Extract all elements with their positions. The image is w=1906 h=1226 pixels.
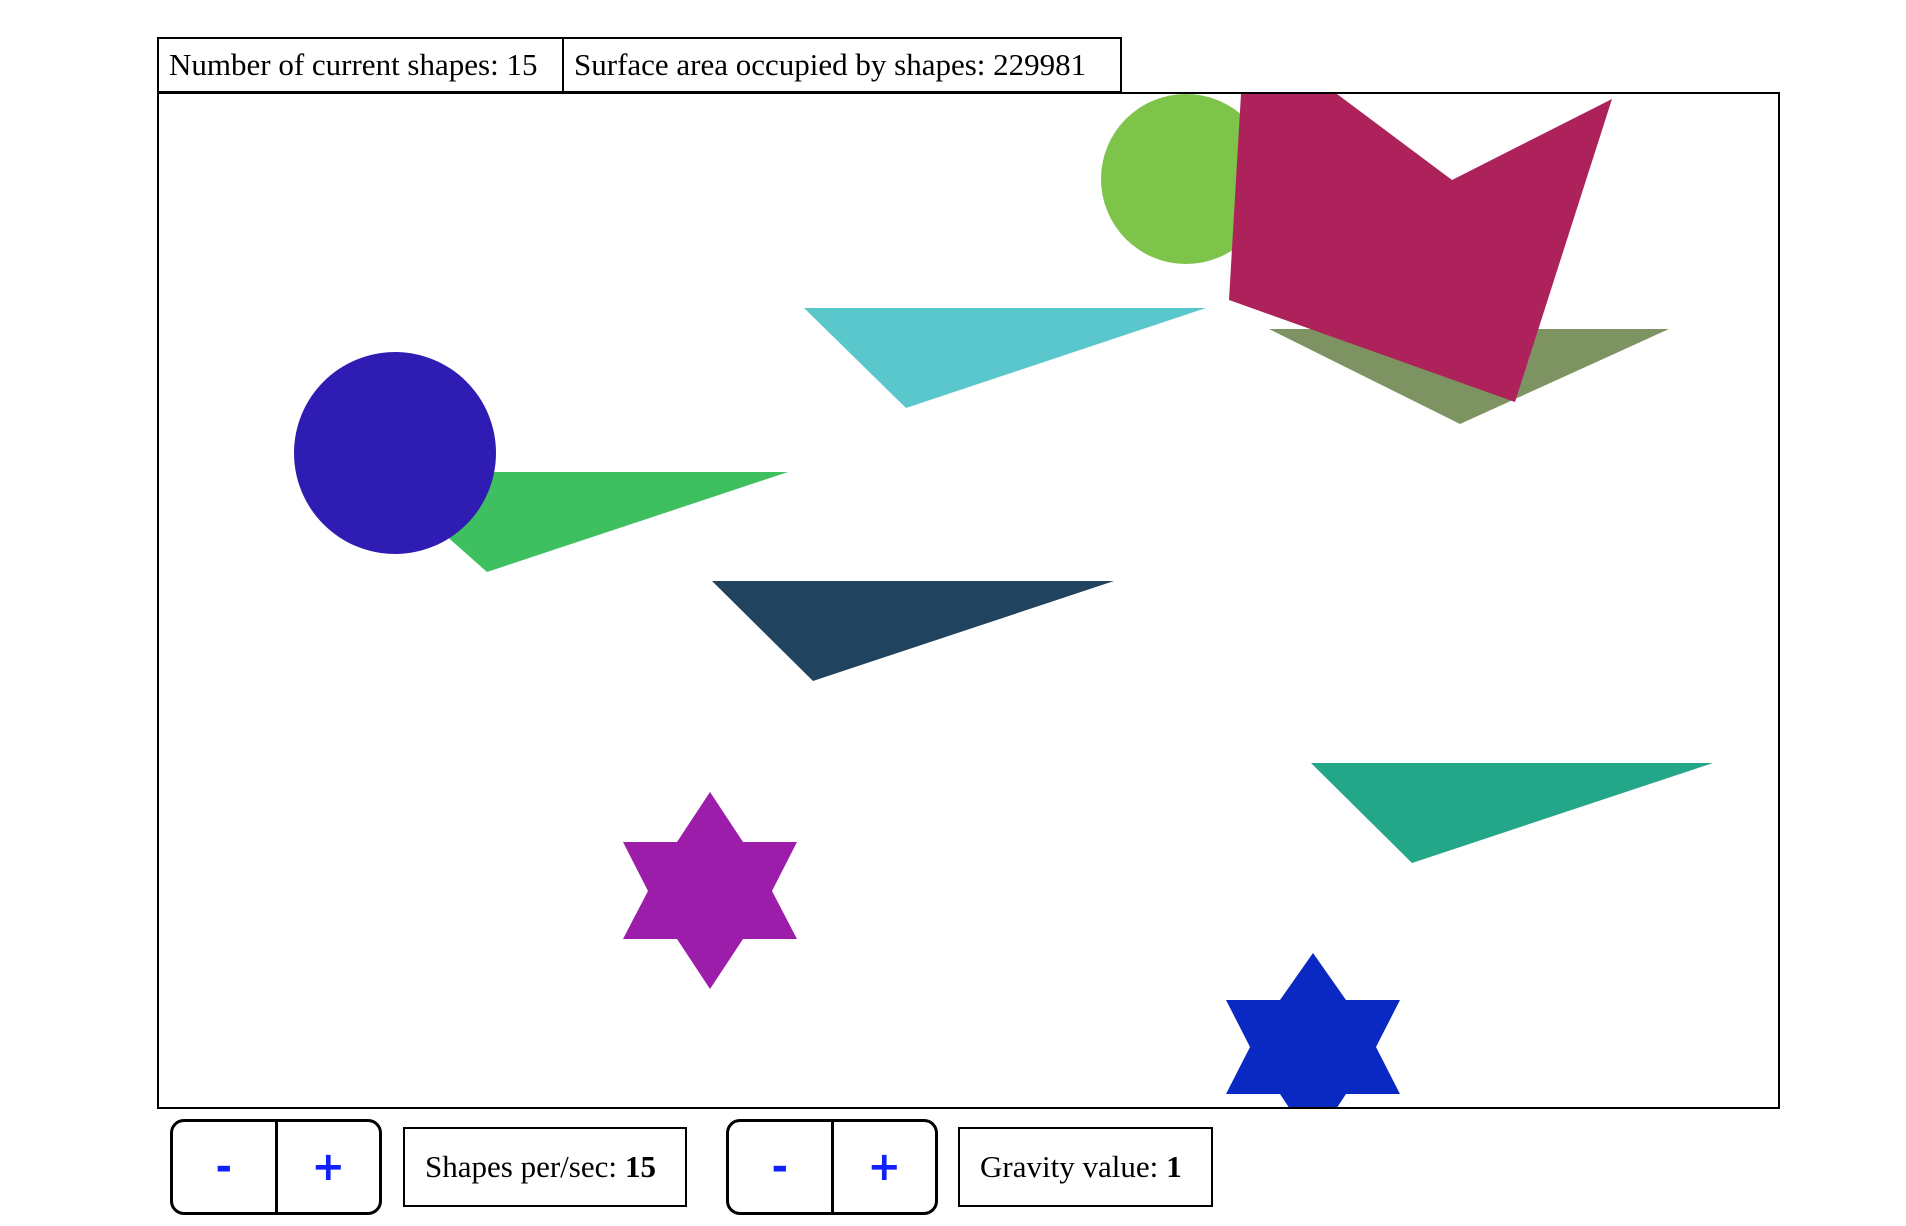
shape-triangle-navy[interactable] [712,581,1114,681]
shapes-svg[interactable] [159,94,1778,1107]
gravity-value: 1 [1166,1149,1182,1184]
shape-star-purple[interactable] [623,792,797,989]
shapes-rate-stepper: - + [170,1119,382,1215]
surface-area-label: Surface area occupied by shapes: 229981 [562,37,1122,93]
shapes-rate-value: 15 [624,1149,656,1184]
decrease-gravity-button[interactable]: - [729,1122,831,1212]
gravity-display: Gravity value: 1 [958,1127,1213,1207]
shape-triangle-teal[interactable] [1311,763,1713,863]
shape-star-blue[interactable] [1226,953,1400,1107]
shape-circle-indigo[interactable] [294,352,496,554]
shapes-canvas[interactable] [157,92,1780,1109]
gravity-stepper: - + [726,1119,938,1215]
shape-triangle-cyan[interactable] [804,308,1206,408]
stats-bar: Number of current shapes: 15 Surface are… [157,37,1122,93]
decrease-rate-button[interactable]: - [173,1122,275,1212]
increase-rate-button[interactable]: + [274,1122,380,1212]
shapes-rate-display: Shapes per/sec: 15 [403,1127,687,1207]
controls-bar: - + Shapes per/sec: 15 - + Gravity value… [170,1119,1470,1219]
increase-gravity-button[interactable]: + [830,1122,936,1212]
shapes-rate-label: Shapes per/sec: [425,1149,617,1184]
gravity-label: Gravity value: [980,1149,1159,1184]
shape-count-label: Number of current shapes: 15 [157,37,564,93]
